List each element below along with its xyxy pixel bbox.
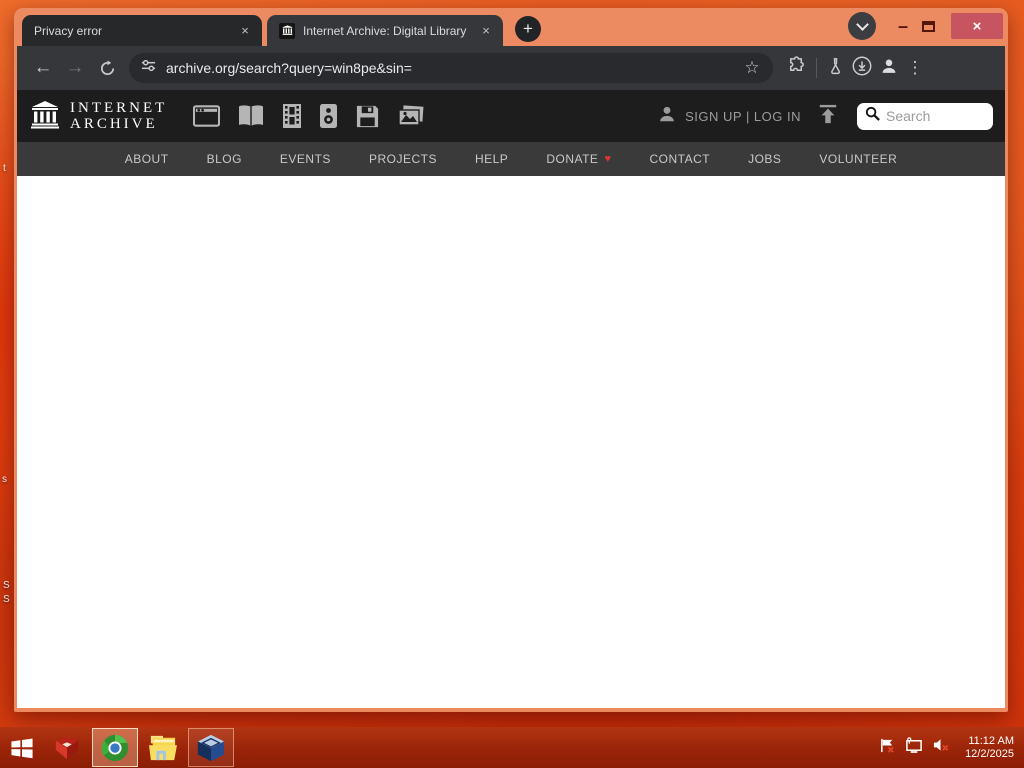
- browser-menu-icon[interactable]: ⋮: [905, 58, 925, 78]
- maximize-button[interactable]: [922, 20, 935, 32]
- site-settings-icon[interactable]: [141, 58, 156, 78]
- search-icon: [865, 106, 880, 126]
- labs-flask-icon[interactable]: [827, 57, 845, 80]
- nav-help[interactable]: HELP: [475, 152, 508, 166]
- address-bar[interactable]: archive.org/search?query=win8pe&sin= ☆: [129, 53, 773, 83]
- chevron-down-icon: [855, 17, 869, 31]
- red-app-icon: [55, 736, 79, 759]
- taskbar-clock[interactable]: 11:12 AM 12/2/2025: [965, 735, 1014, 761]
- nav-events[interactable]: EVENTS: [280, 152, 331, 166]
- toolbar-right: ⋮: [787, 55, 925, 82]
- audio-icon[interactable]: [319, 103, 338, 129]
- images-icon[interactable]: [397, 104, 425, 129]
- internet-archive-wordmark[interactable]: INTERNET ARCHIVE: [70, 100, 167, 132]
- nav-about[interactable]: ABOUT: [125, 152, 169, 166]
- virtualbox-icon: [197, 734, 225, 761]
- internet-archive-favicon: [279, 22, 295, 39]
- tab-strip: Privacy error × Internet Archive: Digita…: [17, 8, 1005, 46]
- clock-date: 12/2/2025: [965, 747, 1014, 760]
- back-button[interactable]: ←: [27, 52, 59, 84]
- tab-close-icon[interactable]: ×: [236, 22, 254, 40]
- volume-muted-icon[interactable]: [932, 737, 950, 758]
- window-controls: – ×: [848, 11, 1003, 41]
- tab-search-button[interactable]: [848, 12, 876, 40]
- forward-button[interactable]: →: [59, 52, 91, 84]
- minimize-button[interactable]: –: [890, 16, 916, 37]
- nav-jobs[interactable]: JOBS: [748, 152, 781, 166]
- internet-archive-logo-icon[interactable]: [29, 98, 61, 135]
- tab-title: Privacy error: [34, 23, 103, 38]
- desktop-icon-label[interactable]: S: [3, 580, 10, 591]
- browser-app-icon: [101, 734, 129, 761]
- browser-toolbar: ← → archive.org/search?query=win8pe&sin=…: [17, 46, 1005, 90]
- url-text[interactable]: archive.org/search?query=win8pe&sin=: [166, 60, 741, 76]
- tab-privacy-error[interactable]: Privacy error ×: [22, 15, 262, 46]
- start-button[interactable]: [0, 727, 44, 768]
- page-content: [17, 176, 1005, 708]
- media-type-icons: [193, 103, 425, 129]
- upload-icon[interactable]: [817, 104, 839, 129]
- tab-internet-archive[interactable]: Internet Archive: Digital Library ×: [267, 15, 503, 46]
- desktop-icon-label[interactable]: s: [2, 474, 7, 485]
- browser-window: Privacy error × Internet Archive: Digita…: [14, 8, 1008, 712]
- search-input[interactable]: [886, 108, 985, 124]
- profile-icon[interactable]: [879, 56, 899, 81]
- desktop-icon-label[interactable]: t: [3, 163, 6, 174]
- file-explorer-icon: [149, 735, 177, 760]
- action-center-icon[interactable]: [879, 737, 896, 759]
- extensions-icon[interactable]: [787, 56, 806, 80]
- signup-login-link[interactable]: SIGN UP | LOG IN: [685, 109, 801, 124]
- desktop: t s S S Privacy error × Internet Archive…: [0, 0, 1024, 768]
- nav-volunteer[interactable]: VOLUNTEER: [819, 152, 897, 166]
- nav-donate[interactable]: DONATE ♥: [546, 152, 611, 166]
- ia-nav: ABOUT BLOG EVENTS PROJECTS HELP DONATE ♥ …: [17, 142, 1005, 176]
- bookmark-star-icon[interactable]: ☆: [741, 52, 763, 84]
- desktop-icon-label[interactable]: S: [3, 594, 10, 605]
- tab-title: Internet Archive: Digital Library: [303, 23, 467, 38]
- ia-header-right: SIGN UP | LOG IN: [657, 102, 993, 130]
- taskbar-app-browser[interactable]: [92, 728, 138, 767]
- tab-close-icon[interactable]: ×: [477, 22, 495, 40]
- taskbar-app-virtualbox[interactable]: [188, 728, 234, 767]
- taskbar-app-red[interactable]: [44, 727, 90, 768]
- heart-icon: ♥: [604, 153, 612, 165]
- ia-search-box[interactable]: [857, 102, 993, 130]
- texts-icon[interactable]: [237, 104, 265, 128]
- internet-archive-header: INTERNET ARCHIVE SIGN UP | LOG IN Search: [17, 90, 1005, 142]
- nav-projects[interactable]: PROJECTS: [369, 152, 437, 166]
- taskbar-app-explorer[interactable]: [140, 727, 186, 768]
- nav-blog[interactable]: BLOG: [207, 152, 242, 166]
- nav-contact[interactable]: CONTACT: [649, 152, 710, 166]
- system-tray: 11:12 AM 12/2/2025: [879, 727, 1024, 768]
- web-icon[interactable]: [193, 104, 221, 128]
- taskbar: 11:12 AM 12/2/2025: [0, 727, 1024, 768]
- toolbar-divider: [816, 58, 817, 78]
- new-tab-button[interactable]: +: [515, 16, 541, 42]
- close-button[interactable]: ×: [951, 13, 1003, 39]
- windows-logo-icon: [11, 737, 33, 758]
- downloads-icon[interactable]: [851, 55, 873, 82]
- video-icon[interactable]: [282, 103, 302, 129]
- reload-button[interactable]: [91, 52, 123, 84]
- software-icon[interactable]: [355, 104, 380, 129]
- clock-time: 11:12 AM: [968, 734, 1014, 747]
- user-icon: [657, 104, 677, 129]
- network-icon[interactable]: [905, 736, 923, 759]
